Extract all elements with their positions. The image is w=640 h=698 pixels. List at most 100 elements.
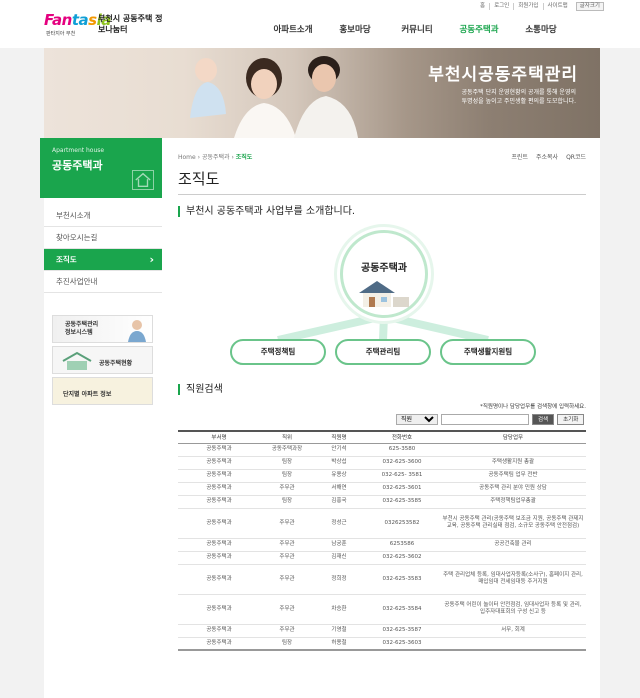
search-button[interactable]: 검색: [532, 414, 555, 425]
table-cell: 주택정책팀업무총괄: [440, 495, 586, 509]
sitemap-link[interactable]: 사이트맵: [542, 3, 572, 10]
table-cell: 공동주택 관리 분야 민원 상담: [440, 482, 586, 496]
table-cell: 정성근: [314, 508, 364, 539]
quick-link-housing-system[interactable]: 공동주택관리 정보시스템: [52, 315, 153, 343]
copy-url-button[interactable]: 주소복사: [536, 152, 558, 161]
quick-link-complex-info[interactable]: 단지별 아파트 정보: [52, 377, 153, 405]
table-cell: 정희정: [314, 564, 364, 595]
table-cell: 유용상: [314, 469, 364, 483]
breadcrumb-parent[interactable]: 공동주택과: [202, 154, 230, 161]
table-cell: 팀장: [260, 456, 314, 470]
col-phone: 전화번호: [391, 435, 413, 442]
table-cell: 625-3580: [364, 443, 440, 457]
col-dept: 부서명: [211, 435, 227, 442]
font-size-button[interactable]: 글자크기: [575, 2, 604, 11]
sidebar: Apartment house 공동주택과 부천시소개 찾아오시는길 조직도 추…: [40, 138, 162, 698]
table-cell: 공동주택과: [178, 482, 260, 496]
org-main-circle: 공동주택과: [340, 230, 428, 318]
table-cell: 공동주택과: [178, 508, 260, 539]
staff-search-heading: 직원검색: [178, 384, 223, 395]
table-cell: 032-625-3587: [364, 624, 440, 638]
hero-banner: 부천시공동주택관리 공동주택 단지 운영현황의 공개를 통해 운영의 투명성을 …: [44, 48, 600, 138]
family-photo-illustration: [190, 56, 358, 138]
table-cell: 주무관: [260, 624, 314, 638]
page-tools: 프린트 주소복사 QR코드: [511, 152, 586, 161]
table-cell: 주무관: [260, 508, 314, 539]
table-cell: 032-625-3602: [364, 551, 440, 565]
table-row: 공동주택과 팀장 김홍국 032-625-3585 주택정책팀업무총괄: [178, 495, 586, 509]
table-row: 공동주택과 주무관 서해연 032-625-3601 공동주택 관리 분야 민원 상담: [178, 482, 586, 496]
banner-title: 부천시공동주택관리: [428, 65, 578, 85]
apartment-icon: [62, 351, 92, 370]
table-row: 공동주택과 팀장 유용상 032-625- 3581 공동주택팀 업무 전반: [178, 469, 586, 483]
search-input[interactable]: [441, 414, 529, 425]
table-cell: 공동주택팀 업무 전반: [440, 469, 586, 483]
nav-promotion[interactable]: 홍보마당: [324, 23, 386, 35]
team-housing-policy[interactable]: 주택정책팀: [230, 339, 326, 365]
table-cell: 주무관: [260, 594, 314, 625]
table-header-row: 부서명 직위 직원명 전화번호 담당업무: [178, 431, 586, 443]
table-cell: 6253586: [364, 538, 440, 552]
table-cell: 김재신: [314, 551, 364, 565]
table-cell: 0326253582: [364, 508, 440, 539]
table-cell: 032-625-3583: [364, 564, 440, 595]
qr-code-button[interactable]: QR코드: [566, 152, 586, 161]
page: Fantasia 판타지아 부천 부천시 공동주택 정보나눔터 홈 로그인 회원…: [0, 0, 640, 698]
table-cell: 주택생활지원 총괄: [440, 456, 586, 470]
sidebar-header: Apartment house 공동주택과: [40, 138, 162, 198]
table-cell: 공동주택과: [178, 551, 260, 565]
nav-housing-dept[interactable]: 공동주택과: [448, 23, 510, 35]
table-cell: [440, 637, 586, 651]
table-cell: 남궁훈: [314, 538, 364, 552]
breadcrumb: Home › 공동주택과 › 조직도: [178, 154, 253, 161]
table-cell: 기영철: [314, 624, 364, 638]
table-cell: 차승환: [314, 594, 364, 625]
sidebar-title: 공동주택과: [52, 159, 103, 172]
staff-table: 부서명 직위 직원명 전화번호 담당업무 공동주택과 공동주택과장 안기석 625-3…: [178, 430, 586, 651]
sidebar-item-projects[interactable]: 추진사업안내: [44, 271, 162, 293]
table-row: 공동주택과 주무관 정성근 0326253582 부천시 공동주택 관리(공동주택 보조…: [178, 508, 586, 539]
breadcrumb-home[interactable]: Home: [178, 154, 196, 161]
table-cell: 서무, 회계: [440, 624, 586, 638]
team-housing-support[interactable]: 주택생활지원팀: [440, 339, 536, 365]
table-cell: 공동주택과: [178, 594, 260, 625]
nav-communication[interactable]: 소통마당: [510, 23, 572, 35]
join-link[interactable]: 회원가입: [513, 3, 542, 10]
table-row: 공동주택과 팀장 허용철 032-625-3603: [178, 637, 586, 651]
table-cell: 공동주택과: [178, 637, 260, 651]
login-link[interactable]: 로그인: [489, 3, 513, 10]
nav-apartment-intro[interactable]: 아파트소개: [262, 23, 324, 35]
sidebar-item-org-chart[interactable]: 조직도: [44, 249, 162, 271]
staff-table-body: 공동주택과 공동주택과장 안기석 625-3580 공동주택과 팀장 박상섭 032-625-…: [178, 443, 586, 651]
sidebar-item-directions[interactable]: 찾아오시는길: [44, 227, 162, 249]
col-name: 직원명: [331, 435, 347, 442]
home-link[interactable]: 홈: [476, 3, 489, 10]
table-row: 공동주택과 팀장 박상섭 032-625-3600 주택생활지원 총괄: [178, 456, 586, 470]
nav-community[interactable]: 커뮤니티: [386, 23, 448, 35]
reset-button[interactable]: 초기화: [557, 414, 585, 425]
table-cell: 032-625-3600: [364, 456, 440, 470]
sidebar-item-bucheon-intro[interactable]: 부천시소개: [44, 205, 162, 227]
table-cell: 공동주택과: [178, 624, 260, 638]
team-housing-management[interactable]: 주택관리팀: [335, 339, 431, 365]
print-button[interactable]: 프린트: [511, 152, 528, 161]
main-content: Home › 공동주택과 › 조직도 프린트 주소복사 QR코드 조직도 부천시…: [162, 138, 600, 698]
table-cell: 안기석: [314, 443, 364, 457]
site-logo[interactable]: Fantasia 판타지아 부천 부천시 공동주택 정보나눔터: [44, 11, 164, 41]
house-icon: [132, 170, 154, 190]
quick-link-label: 공동주택관리 정보시스템: [65, 321, 99, 336]
table-cell: 공동주택과장: [260, 443, 314, 457]
table-cell: 주무관: [260, 551, 314, 565]
intro-heading: 부천시 공동주택과 사업부를 소개합니다.: [178, 206, 355, 217]
table-cell: [440, 551, 586, 565]
search-bar: 직원 검색 초기화: [396, 414, 585, 425]
quick-link-housing-status[interactable]: 공동주택현황: [52, 346, 153, 374]
table-cell: 주무관: [260, 482, 314, 496]
table-row: 공동주택과 주무관 기영철 032-625-3587 서무, 회계: [178, 624, 586, 638]
search-type-select[interactable]: 직원: [396, 414, 438, 425]
table-cell: 032-625-3603: [364, 637, 440, 651]
table-cell: 팀장: [260, 637, 314, 651]
table-cell: 032-625-3584: [364, 594, 440, 625]
table-row: 공동주택과 주무관 정희정 032-625-3583 주택 관리업체 등록, 임대사업자…: [178, 564, 586, 595]
table-row: 공동주택과 주무관 김재신 032-625-3602: [178, 551, 586, 565]
